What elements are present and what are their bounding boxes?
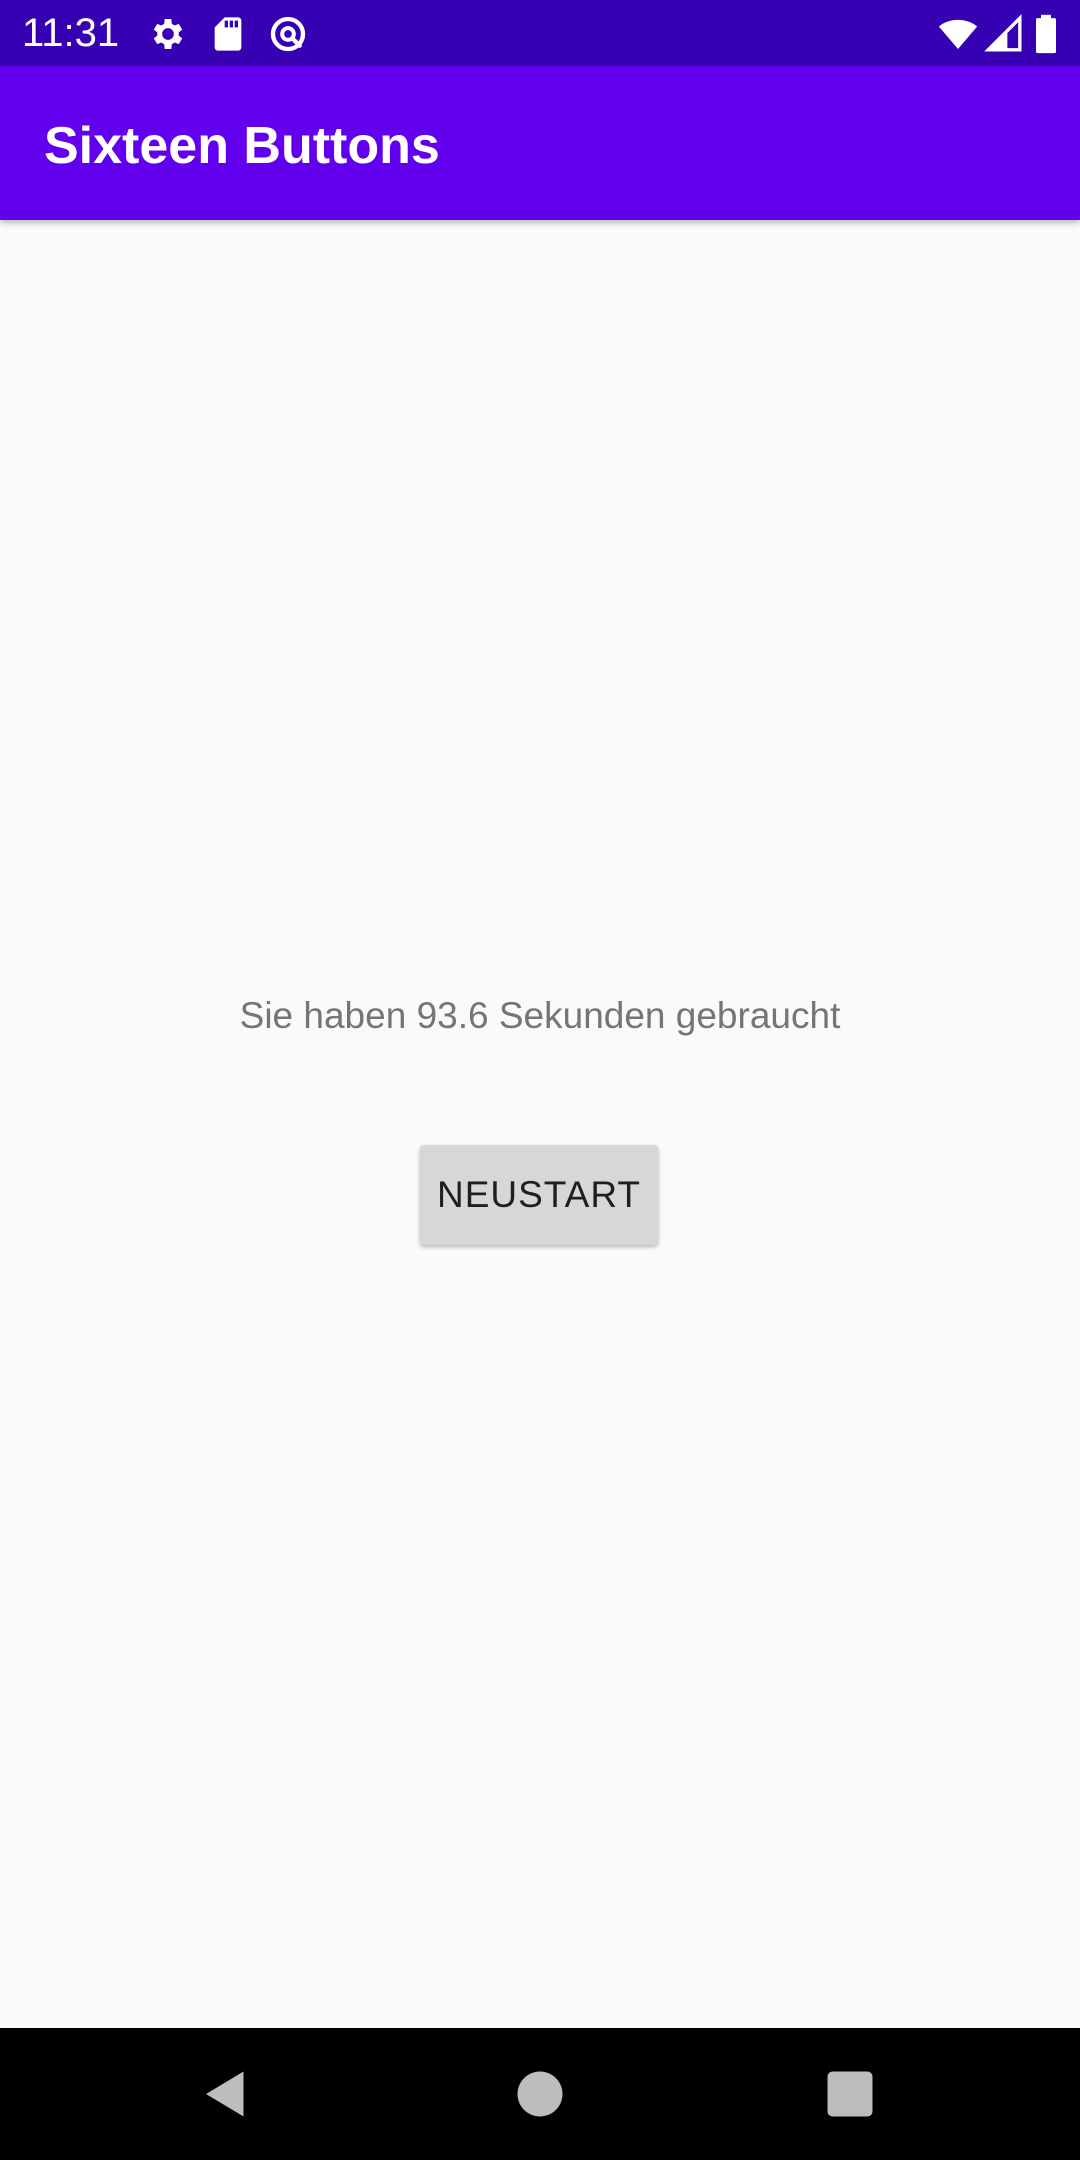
app-bar: Sixteen Buttons [0,66,1080,220]
nav-bar [0,2028,1080,2160]
vpn-key-icon [268,14,308,54]
back-icon[interactable] [196,2064,256,2124]
wifi-icon [936,14,980,54]
home-icon[interactable] [510,2064,570,2124]
restart-button[interactable]: NEUSTART [420,1145,658,1245]
battery-icon [1030,14,1062,54]
status-time: 11:31 [22,11,120,55]
status-bar: 11:31 [0,0,1080,66]
screen: 11:31 Sixteen Buttons Sie haben 93.6 Sek… [0,0,1080,2160]
gear-icon [148,14,188,54]
recents-icon[interactable] [820,2064,880,2124]
app-title: Sixteen Buttons [44,117,440,175]
result-text: Sie haben 93.6 Sekunden gebraucht [239,995,841,1036]
sd-card-icon [208,14,248,54]
signal-icon [984,14,1024,54]
